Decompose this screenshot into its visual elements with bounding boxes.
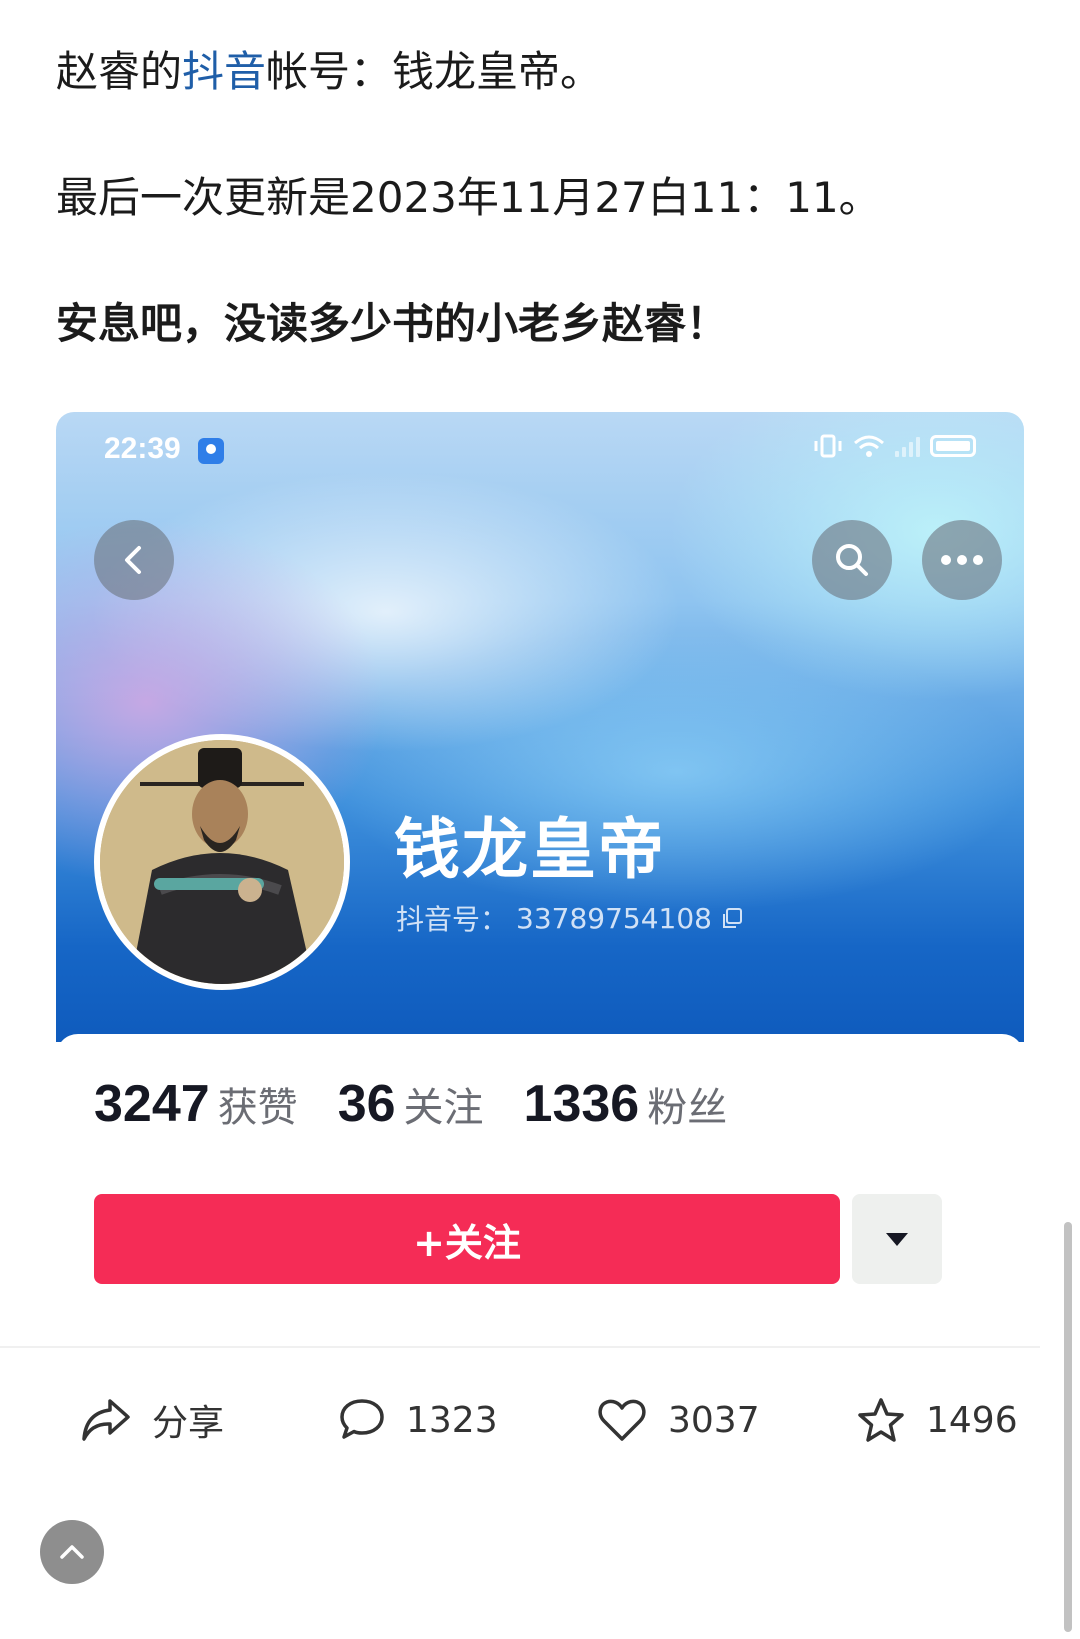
more-button[interactable] [922, 520, 1002, 600]
stat-label: 关注 [403, 1085, 484, 1131]
location-icon [198, 438, 224, 464]
douyin-id: 抖音号： 33789754108 [396, 898, 744, 938]
action-bar: 分享 1323 3037 1496 [0, 1380, 1040, 1460]
vibrate-icon [814, 434, 842, 458]
caret-down-icon [886, 1233, 908, 1246]
battery-icon [930, 435, 976, 457]
copy-icon[interactable] [720, 906, 744, 930]
back-button[interactable] [94, 520, 174, 600]
like-button[interactable]: 3037 [596, 1380, 760, 1460]
article-text: 帐号：钱龙皇帝。 [266, 47, 603, 96]
comment-button[interactable]: 1323 [338, 1380, 498, 1460]
stat-value: 3247 [94, 1075, 210, 1133]
share-label: 分享 [152, 1403, 225, 1444]
stat-following[interactable]: 36 关注 [338, 1074, 484, 1134]
emperor-portrait-icon [100, 740, 344, 984]
douyin-id-label: 抖音号： [396, 903, 509, 936]
like-count: 3037 [668, 1399, 760, 1441]
profile-nickname: 钱龙皇帝 [394, 811, 666, 888]
stat-label: 粉丝 [647, 1085, 728, 1131]
search-button[interactable] [812, 520, 892, 600]
comment-count: 1323 [406, 1399, 498, 1441]
signal-icon [895, 435, 920, 457]
back-to-top-button[interactable] [40, 1520, 104, 1584]
follow-button[interactable]: +关注 [94, 1194, 840, 1284]
profile-banner: 22:39 钱龙皇帝 抖音号： 33789754108 [56, 412, 1024, 1042]
article-text: 赵睿的 [56, 47, 183, 96]
page: 赵睿的抖音帐号：钱龙皇帝。 最后一次更新是2023年11月27白11：11。 安… [0, 0, 1080, 1639]
stat-likes[interactable]: 3247 获赞 [94, 1074, 298, 1134]
share-button[interactable]: 分享 [80, 1380, 224, 1460]
scrollbar[interactable] [1064, 1222, 1072, 1632]
profile-screenshot: 22:39 钱龙皇帝 抖音号： 33789754108 3247 获赞 36 关… [56, 412, 1024, 1352]
wifi-icon [854, 435, 884, 457]
article-line-update: 最后一次更新是2023年11月27白11：11。 [56, 173, 881, 222]
divider [0, 1346, 1040, 1348]
chevron-up-icon [60, 1545, 84, 1559]
stat-value: 1336 [523, 1075, 640, 1133]
follow-dropdown-button[interactable] [852, 1194, 942, 1284]
douyin-link[interactable]: 抖音 [182, 47, 266, 96]
comment-icon [340, 1399, 384, 1439]
avatar[interactable] [94, 734, 350, 990]
more-icon [941, 555, 983, 565]
article-line-farewell: 安息吧，没读多少书的小老乡赵睿！ [56, 299, 729, 348]
stat-label: 获赞 [217, 1085, 298, 1131]
chevron-left-icon [125, 546, 141, 574]
heart-icon [598, 1399, 646, 1441]
favorite-count: 1496 [926, 1399, 1018, 1441]
star-icon [858, 1398, 904, 1442]
profile-stats: 3247 获赞 36 关注 1336 粉丝 [94, 1074, 727, 1134]
favorite-button[interactable]: 1496 [856, 1380, 1018, 1460]
profile-panel: 3247 获赞 36 关注 1336 粉丝 +关注 [56, 1034, 1024, 1352]
share-icon [82, 1399, 130, 1441]
douyin-id-value: 33789754108 [516, 901, 712, 935]
status-time: 22:39 [104, 432, 181, 465]
status-icons [813, 434, 976, 458]
stat-value: 36 [337, 1075, 396, 1133]
article-line-account: 赵睿的抖音帐号：钱龙皇帝。 [56, 44, 602, 100]
search-icon [836, 544, 868, 576]
stat-followers[interactable]: 1336 粉丝 [524, 1074, 728, 1134]
